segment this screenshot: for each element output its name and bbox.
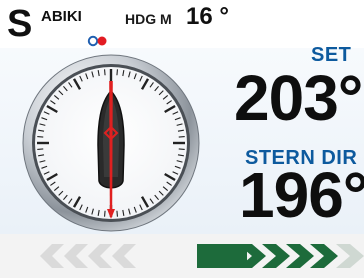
compass-tick [37,148,44,150]
starboard-chevron-2 [262,244,290,268]
starboard-indicator-base [197,244,247,268]
set-value: 203° [234,62,363,134]
header: S ABIKI HDG M 16 ° [0,0,364,50]
heading-value: 16 ° [186,3,229,30]
status-dot-red [97,36,107,46]
chevron-right-icon [197,244,364,268]
port-chevron-3 [88,244,112,268]
status-dot-blue [87,35,99,47]
compass-tick [178,148,185,150]
heading-label: HDG M [125,11,172,27]
steering-chevron-bar [40,244,364,268]
stern-direction-value: 196° [239,159,364,231]
steering-indicator-bar [0,234,364,278]
compass-tick [116,210,118,217]
port-chevron-4 [112,244,136,268]
mode-initial: S [7,3,32,45]
mode-name: ABIKI [41,8,82,25]
compass-dial-icon [22,54,200,232]
compass-tick [116,69,118,76]
autopilot-screen: S ABIKI HDG M 16 ° SET 203° STERN DIR 19… [0,0,364,278]
starboard-chevron-4 [310,244,338,268]
compass-tick [104,210,106,217]
status-indicator-icon [87,35,107,47]
port-chevron-1 [40,244,64,268]
chevron-left-icon [40,244,136,268]
starboard-chevron-5-partial [336,244,364,268]
compass-tick [178,136,185,138]
starboard-chevron-3 [286,244,314,268]
compass-tick [37,136,44,138]
compass-tick [104,69,106,76]
port-chevron-2 [64,244,88,268]
